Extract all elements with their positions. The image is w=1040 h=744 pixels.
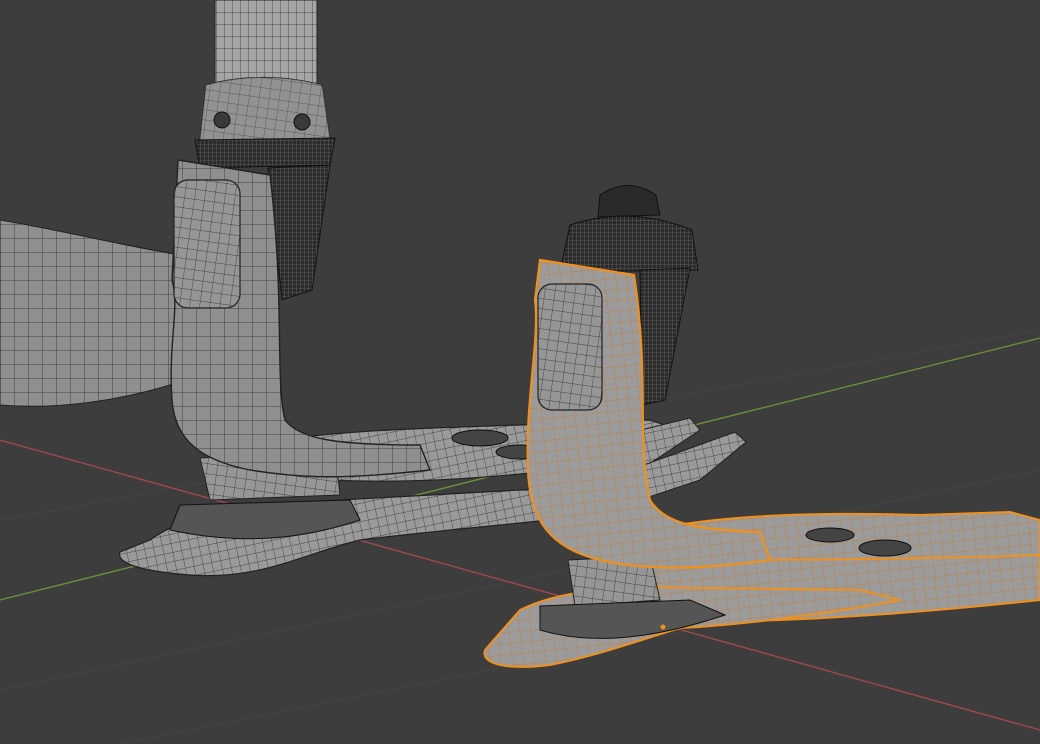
front-foot-mesh-selected[interactable] (483, 258, 1040, 668)
3d-viewport[interactable] (0, 0, 1040, 744)
viewport-canvas[interactable] (0, 0, 1040, 744)
